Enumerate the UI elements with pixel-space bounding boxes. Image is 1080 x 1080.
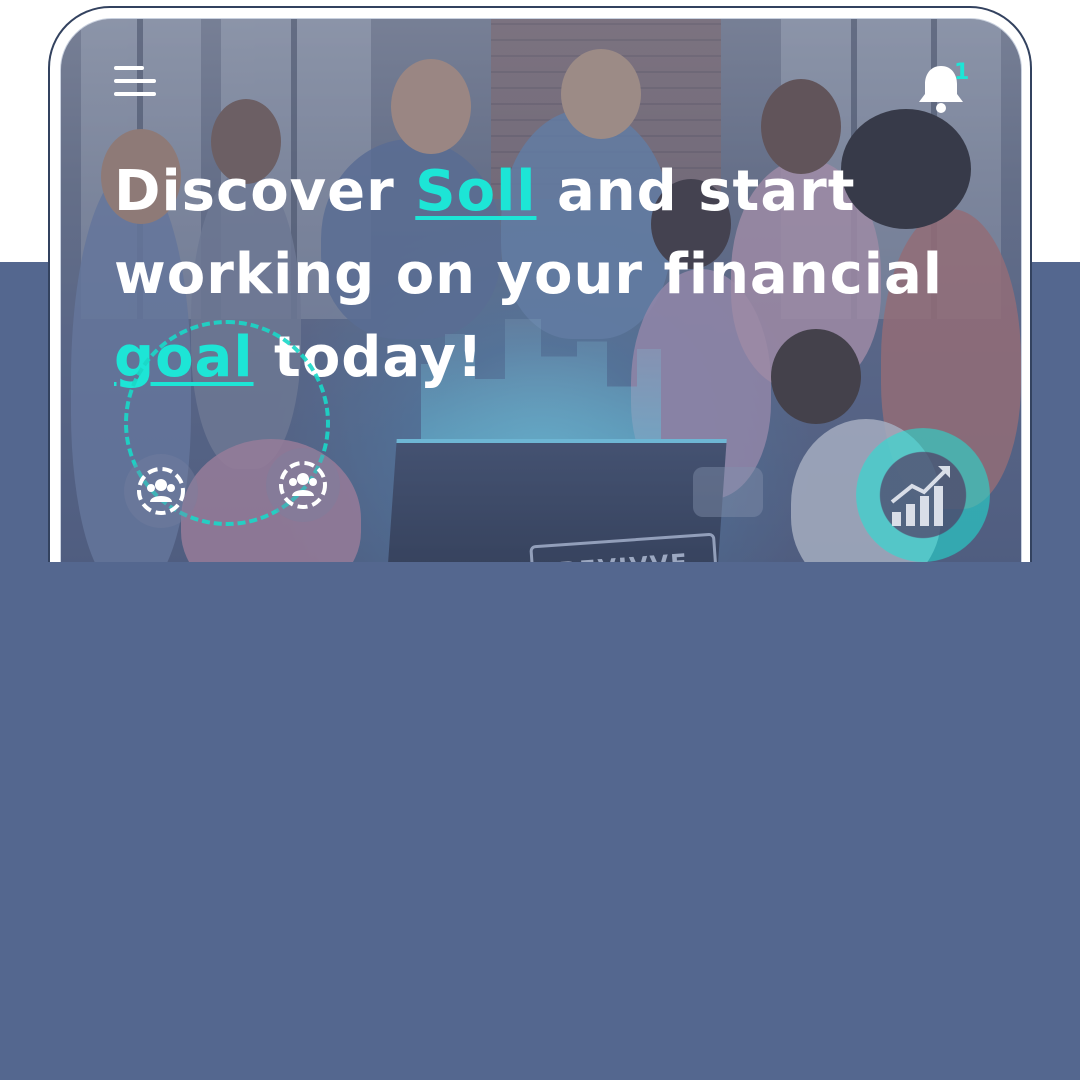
team-gear-icon	[279, 461, 327, 509]
notification-badge: 1	[954, 60, 970, 85]
menu-line	[114, 66, 144, 70]
team-gear-icon	[137, 467, 185, 515]
menu-line	[114, 92, 156, 96]
menu-line	[114, 79, 156, 83]
team-feature-button[interactable]	[266, 448, 340, 522]
headline-accent-brand: Soll	[415, 159, 537, 224]
menu-button[interactable]	[104, 58, 156, 104]
notification-button[interactable]: 1	[916, 60, 974, 118]
growth-feature-button[interactable]	[856, 428, 990, 562]
growth-chart-icon	[890, 466, 950, 526]
team-feature-button[interactable]	[124, 454, 198, 528]
headline-text: Discover	[114, 159, 416, 224]
